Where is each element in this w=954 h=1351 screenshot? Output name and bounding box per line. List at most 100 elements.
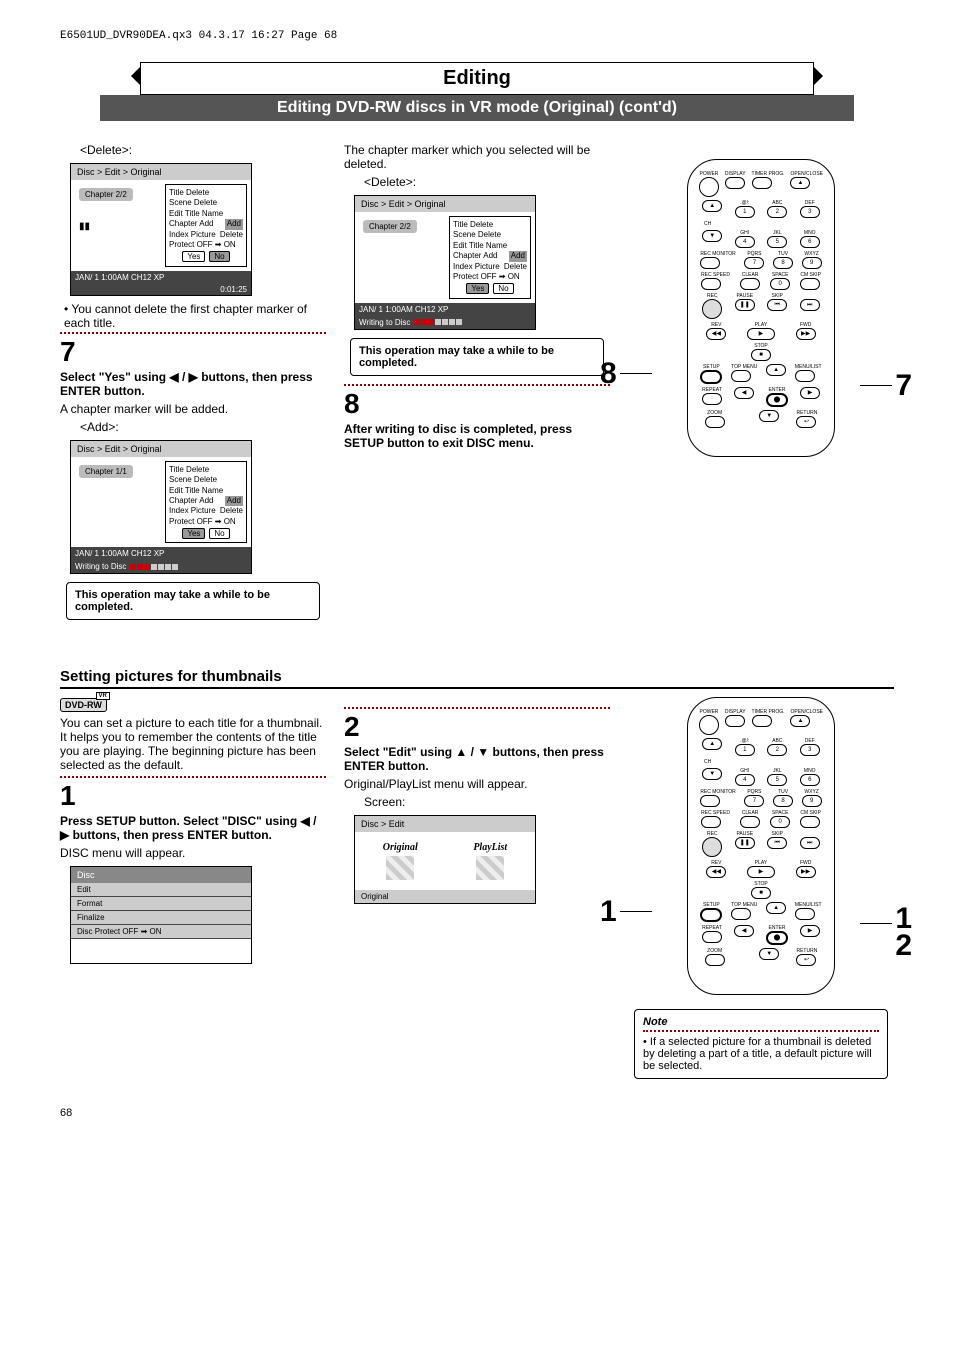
up-button: ▲ <box>766 902 786 914</box>
skip-next-button: ⏭ <box>800 299 820 311</box>
step8-instruction: After writing to disc is completed, pres… <box>344 422 610 450</box>
delete-label: <Delete>: <box>80 143 326 157</box>
play-button: ▶ <box>747 866 775 878</box>
num-2: 2 <box>767 744 787 756</box>
disc-edit-foot: Original <box>355 890 535 903</box>
tile-thumb <box>386 856 414 880</box>
callout-8: 8 <box>600 357 617 391</box>
label: PAUSE <box>735 293 755 299</box>
label: CM SKIP <box>800 272 821 278</box>
screen-label: Screen: <box>364 795 610 809</box>
zoom-button <box>705 416 725 428</box>
menu-item: Title Delete <box>169 188 243 198</box>
num-3: 3 <box>800 206 820 218</box>
num-5: 5 <box>767 236 787 248</box>
print-header: E6501UD_DVR90DEA.qx3 04.3.17 16:27 Page … <box>60 30 894 42</box>
step-number-2: 2 <box>344 713 610 741</box>
osd-status: JAN/ 1 1:00AM CH12 XP <box>71 547 251 560</box>
menu-item: Protect OFF ➡ ON <box>453 272 527 282</box>
note-title: Note <box>643 1016 879 1028</box>
cm-skip-button <box>800 278 820 290</box>
label: SETUP <box>700 902 722 908</box>
menu-hl: Add <box>225 496 243 506</box>
setup-button <box>700 370 722 384</box>
add-label: <Add>: <box>80 420 326 434</box>
timer-button <box>752 715 772 727</box>
stop-button: ■ <box>751 887 771 899</box>
note-text: • You cannot delete the first chapter ma… <box>64 302 326 330</box>
num-6: 6 <box>800 774 820 786</box>
osd-delete-confirm: Disc > Edit > Original Chapter 2/2▮▮ Tit… <box>70 163 252 296</box>
label: PAUSE <box>735 831 755 837</box>
menu-item: Scene Delete <box>169 198 243 208</box>
step-separator <box>60 776 326 778</box>
menu-item: Index Picture <box>169 506 220 516</box>
label: ZOOM <box>705 948 725 954</box>
return-button: ↩ <box>796 416 816 428</box>
menu-item: Scene Delete <box>453 230 527 240</box>
open-close-button: ▲ <box>790 715 810 727</box>
step-separator <box>60 332 326 334</box>
step2-result: Original/PlayList menu will appear. <box>344 777 610 791</box>
repeat-button <box>702 931 722 943</box>
label: TOP MENU <box>731 364 757 370</box>
chapter-indicator: Chapter 1/1 <box>79 465 133 478</box>
note-body: • If a selected picture for a thumbnail … <box>643 1036 879 1072</box>
disc-menu-item: Disc Protect OFF ➡ ON <box>71 925 251 939</box>
osd-writing: Writing to Disc <box>355 316 535 329</box>
ch-down: ▼ <box>702 768 722 780</box>
power-button <box>699 715 719 735</box>
rec-speed-button <box>701 278 721 290</box>
menu-item: Edit Title Name <box>169 209 243 219</box>
column-2: The chapter marker which you selected wi… <box>344 139 610 628</box>
page-title: Editing <box>145 67 809 90</box>
pause-button: ❚❚ <box>735 837 755 849</box>
chapter-indicator: Chapter 2/2 <box>363 220 417 233</box>
left-button: ◀ <box>734 387 754 399</box>
label: SKIP <box>767 293 787 299</box>
warning-box: This operation may take a while to be co… <box>66 582 320 620</box>
label: CLEAR <box>740 272 760 278</box>
skip-prev-button: ⏮ <box>767 299 787 311</box>
open-close-button: ▲ <box>790 177 810 189</box>
label: GHI <box>735 230 755 236</box>
label: OPEN/CLOSE <box>790 709 823 715</box>
column-1: <Delete>: Disc > Edit > Original Chapter… <box>60 139 326 628</box>
label: RETURN <box>796 410 817 416</box>
original-tile: Original <box>383 842 418 880</box>
label: DEF <box>800 200 820 206</box>
callout-7: 7 <box>895 369 912 403</box>
menu-sub: Delete <box>220 230 243 240</box>
label: REV <box>706 322 726 328</box>
writing-label: Writing to Disc <box>75 562 126 571</box>
label: REPEAT <box>702 925 722 931</box>
stop-button: ■ <box>751 349 771 361</box>
fwd-button: ▶▶ <box>796 866 816 878</box>
warning-box: This operation may take a while to be co… <box>350 338 604 376</box>
osd-menu: Title Delete Scene Delete Edit Title Nam… <box>165 184 247 267</box>
menu-list-button <box>795 370 815 382</box>
no-button: No <box>209 251 229 262</box>
label: REC SPEED <box>701 810 730 816</box>
left-button: ◀ <box>734 925 754 937</box>
label: REC MONITOR <box>700 789 735 795</box>
menu-sub: Delete <box>220 506 243 516</box>
label: ZOOM <box>705 410 725 416</box>
num-1: 1 <box>735 206 755 218</box>
label: MENU/LIST <box>795 364 822 370</box>
yes-button: Yes <box>182 251 205 262</box>
label: FWD <box>796 322 816 328</box>
label: POWER <box>699 709 719 715</box>
label: TIMER PROG. <box>752 171 785 177</box>
disc-menu-head: Disc <box>71 867 251 883</box>
disc-edit-osd: Disc > Edit Original PlayList Original <box>354 815 536 904</box>
writing-label: Writing to Disc <box>359 318 410 327</box>
down-button: ▼ <box>759 948 779 960</box>
power-button <box>699 177 719 197</box>
label: PQRS <box>744 789 764 795</box>
step-separator <box>344 707 610 709</box>
label: STOP <box>751 881 771 887</box>
top-menu-button <box>731 370 751 382</box>
menu-hl: Add <box>225 219 243 229</box>
osd-time: 0:01:25 <box>71 284 251 295</box>
